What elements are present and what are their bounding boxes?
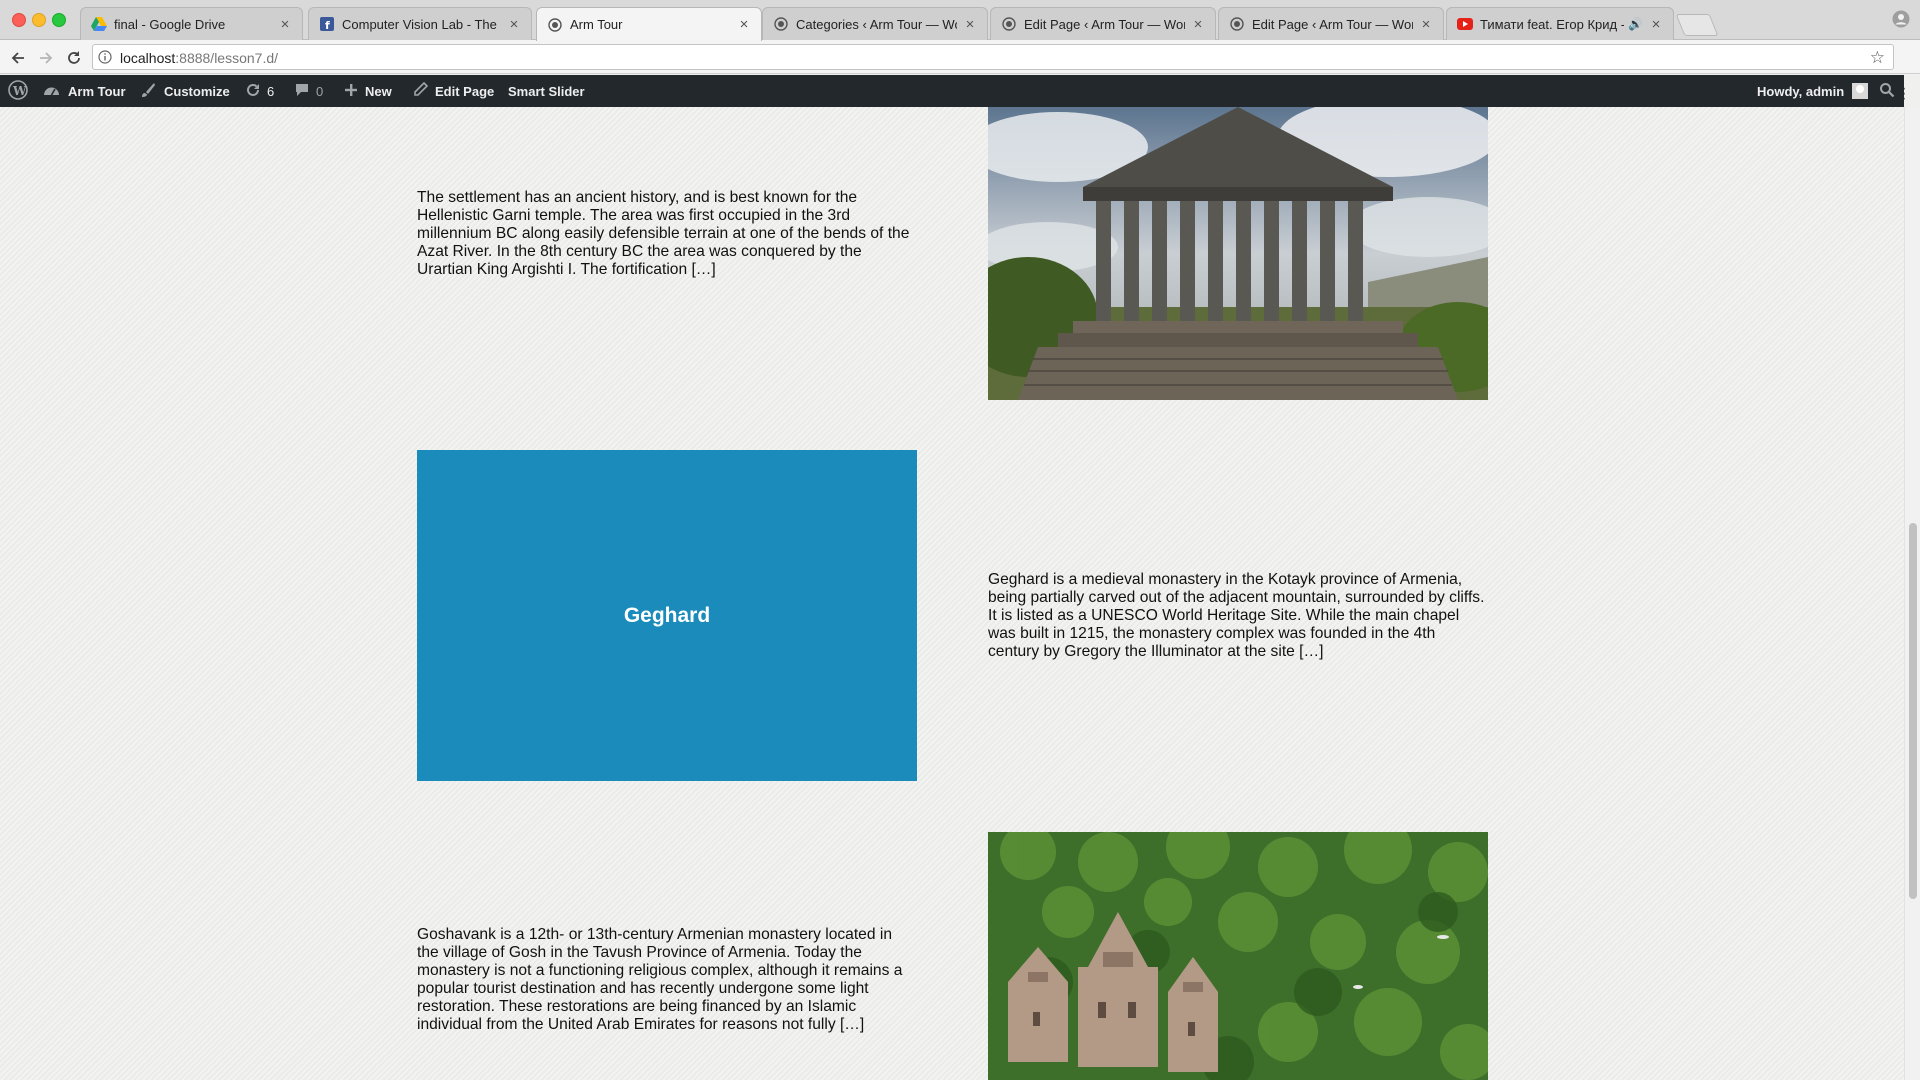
smart-slider-label: Smart Slider <box>508 83 585 99</box>
scrollbar-thumb[interactable] <box>1909 523 1917 899</box>
tab-title: Computer Vision Lab - The Un <box>342 16 501 32</box>
bookmark-star-icon[interactable]: ☆ <box>1870 48 1885 68</box>
tab-close-icon[interactable]: × <box>1649 16 1663 33</box>
tab-title: Edit Page ‹ Arm Tour — WordP <box>1252 16 1413 32</box>
wordpress-logo-menu[interactable]: W <box>8 75 28 107</box>
tab-close-icon[interactable]: × <box>1191 16 1205 33</box>
comments-link[interactable]: 0 <box>294 75 323 107</box>
wordpress-logo-icon: W <box>8 79 28 103</box>
paintbrush-icon <box>140 82 156 101</box>
browser-tab-edit-page-1[interactable]: Edit Page ‹ Arm Tour — WordP × <box>990 7 1216 40</box>
speaker-icon[interactable]: 🔊 <box>1628 17 1643 31</box>
comment-bubble-icon <box>294 82 310 101</box>
google-drive-icon <box>91 16 107 32</box>
wp-admin-bar: W Arm Tour Customize 6 0 New Edit Page S… <box>0 75 1904 107</box>
comments-count: 0 <box>316 83 324 99</box>
site-name-label: Arm Tour <box>68 83 126 99</box>
url-text[interactable]: localhost:8888/lesson7.d/ <box>120 50 278 66</box>
browser-tab-computer-vision-lab[interactable]: f Computer Vision Lab - The Un × <box>308 7 532 40</box>
browser-tab-edit-page-2[interactable]: Edit Page ‹ Arm Tour — WordP × <box>1218 7 1444 40</box>
url-host: localhost <box>120 50 176 66</box>
window-minimize-button[interactable] <box>32 13 46 27</box>
browser-tab-youtube[interactable]: Тимати feat. Егор Крид - П 🔊 × <box>1446 7 1674 40</box>
url-path: :8888/lesson7.d/ <box>175 50 279 66</box>
page-scrollbar[interactable] <box>1904 107 1920 1080</box>
goshavank-monastery-photo[interactable] <box>988 832 1488 1080</box>
customize-link[interactable]: Customize <box>140 75 230 107</box>
updates-icon <box>245 82 261 101</box>
avatar <box>1852 83 1869 99</box>
tab-title: Arm Tour <box>570 17 623 32</box>
profile-icon[interactable] <box>1892 10 1910 33</box>
browser-tab-categories[interactable]: Categories ‹ Arm Tour — Word × <box>762 7 988 40</box>
info-icon[interactable] <box>98 50 112 69</box>
post-excerpt-goshavank: Goshavank is a 12th- or 13th-century Arm… <box>417 926 903 1033</box>
page-content: The settlement has an ancient history, a… <box>0 107 1904 1080</box>
edit-page-link[interactable]: Edit Page <box>413 75 494 107</box>
geghard-feature-block[interactable]: Geghard <box>417 450 917 781</box>
tab-close-icon[interactable]: × <box>507 16 521 33</box>
plus-icon <box>344 83 358 100</box>
my-account-menu[interactable]: Howdy, admin <box>1757 75 1869 107</box>
wordpress-icon <box>1001 16 1017 32</box>
wordpress-icon <box>547 17 563 33</box>
dashboard-icon <box>43 83 60 100</box>
new-label: New <box>365 83 392 99</box>
tab-title: final - Google Drive <box>114 16 226 32</box>
garni-temple-photo[interactable] <box>988 107 1488 400</box>
browser-tab-arm-tour[interactable]: Arm Tour × <box>536 7 762 41</box>
svg-text:W: W <box>12 84 27 98</box>
wordpress-icon <box>773 16 789 32</box>
tab-close-icon[interactable]: × <box>1419 16 1433 33</box>
edit-page-label: Edit Page <box>435 83 495 99</box>
wordpress-icon <box>1229 16 1245 32</box>
window-maximize-button[interactable] <box>52 13 66 27</box>
tab-close-icon[interactable]: × <box>963 16 977 33</box>
new-tab-button[interactable] <box>1675 14 1719 36</box>
forward-button[interactable] <box>36 48 56 68</box>
window-close-button[interactable] <box>12 13 26 27</box>
tab-title: Categories ‹ Arm Tour — Word <box>796 16 957 32</box>
pencil-icon <box>413 81 429 100</box>
howdy-label: Howdy, admin <box>1757 83 1845 99</box>
tab-close-icon[interactable]: × <box>737 16 751 33</box>
browser-tab-strip: final - Google Drive × f Computer Vision… <box>0 0 1920 41</box>
search-icon <box>1879 82 1895 101</box>
admin-search-button[interactable] <box>1879 75 1895 107</box>
smart-slider-link[interactable]: Smart Slider <box>508 75 585 107</box>
svg-text:f: f <box>325 19 330 31</box>
youtube-icon <box>1457 16 1473 32</box>
site-name-menu[interactable]: Arm Tour <box>43 75 126 107</box>
address-bar[interactable]: localhost:8888/lesson7.d/ ☆ <box>92 44 1894 70</box>
back-button[interactable] <box>8 48 28 68</box>
tab-title: Edit Page ‹ Arm Tour — WordP <box>1024 16 1185 32</box>
tab-close-icon[interactable]: × <box>278 16 292 33</box>
reload-button[interactable] <box>64 48 84 68</box>
new-content-menu[interactable]: New <box>344 75 392 107</box>
browser-toolbar: localhost:8888/lesson7.d/ ☆ ··· <box>0 40 1920 107</box>
post-excerpt-geghard: Geghard is a medieval monastery in the K… <box>988 571 1485 660</box>
browser-tab-google-drive[interactable]: final - Google Drive × <box>80 7 303 40</box>
post-excerpt-garni: The settlement has an ancient history, a… <box>417 189 910 278</box>
customize-label: Customize <box>164 83 230 99</box>
facebook-icon: f <box>319 16 335 32</box>
geghard-title[interactable]: Geghard <box>624 604 710 628</box>
updates-link[interactable]: 6 <box>245 75 274 107</box>
tab-title: Тимати feat. Егор Крид - П <box>1480 16 1625 32</box>
updates-count: 6 <box>267 83 275 99</box>
